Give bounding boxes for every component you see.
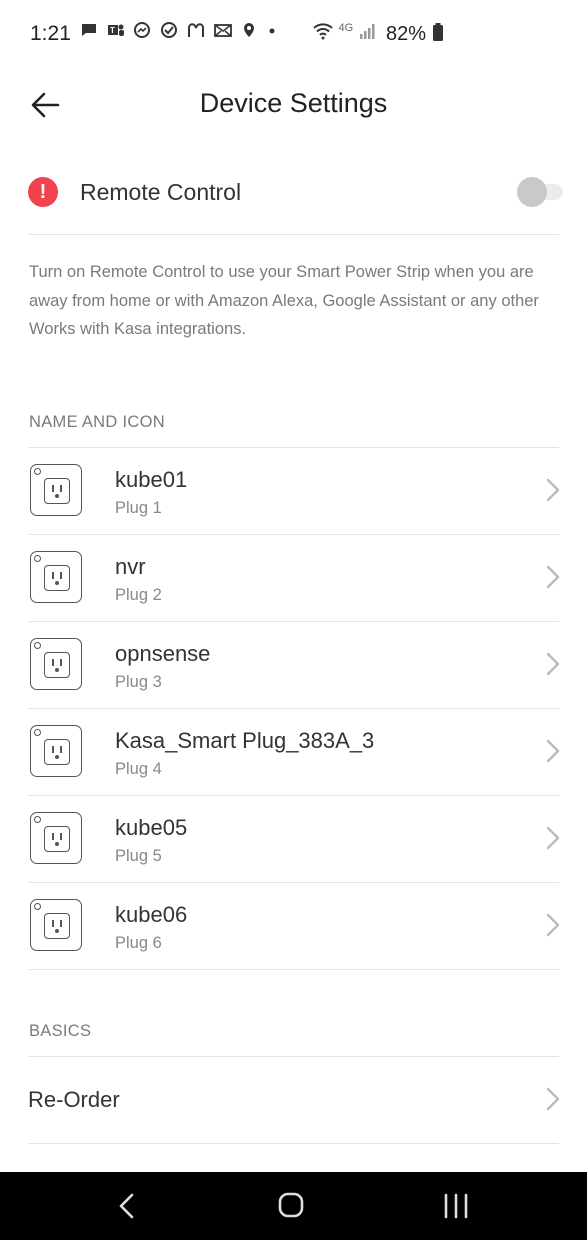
dot-icon xyxy=(269,28,275,34)
remote-control-row: ! Remote Control xyxy=(28,155,563,235)
plug-number: Plug 4 xyxy=(115,760,162,778)
network-type: 4G xyxy=(338,22,354,34)
alert-icon: ! xyxy=(28,177,58,207)
plug-indicator-dot xyxy=(34,555,41,562)
plug-row[interactable]: nvr Plug 2 xyxy=(28,535,560,622)
check-circle-icon xyxy=(161,22,178,38)
messenger-icon xyxy=(134,22,151,38)
section-title-name-and-icon: NAME AND ICON xyxy=(29,413,165,431)
battery-icon xyxy=(432,23,443,41)
plug-number: Plug 1 xyxy=(115,499,162,517)
wifi-icon xyxy=(313,23,333,40)
plug-number: Plug 3 xyxy=(115,673,162,691)
plug-indicator-dot xyxy=(34,816,41,823)
plug-icon xyxy=(30,638,82,690)
plug-icon xyxy=(30,812,82,864)
app-header: Device Settings xyxy=(0,70,587,140)
location-icon xyxy=(244,23,255,37)
nav-home-button[interactable] xyxy=(271,1190,311,1222)
system-nav-bar xyxy=(0,1172,587,1240)
plug-icon xyxy=(30,899,82,951)
plug-name: kube05 xyxy=(115,815,188,840)
plug-indicator-dot xyxy=(34,642,41,649)
outlet-socket-icon xyxy=(44,478,70,504)
back-arrow-icon xyxy=(31,92,60,118)
toggle-knob xyxy=(517,177,547,207)
status-bar: 1:21 T 4G 82% xyxy=(0,0,587,70)
plug-name: kube06 xyxy=(115,902,188,927)
plug-number: Plug 6 xyxy=(115,934,162,952)
teams-icon: T xyxy=(107,24,124,36)
plug-indicator-dot xyxy=(34,729,41,736)
basics-list: Re-Order xyxy=(28,1056,560,1144)
plug-name: opnsense xyxy=(115,641,211,666)
nav-back-icon xyxy=(119,1193,134,1219)
plug-row[interactable]: Kasa_Smart Plug_383A_3 Plug 4 xyxy=(28,709,560,796)
chevron-right-icon xyxy=(546,565,560,589)
outlet-socket-icon xyxy=(44,826,70,852)
battery-percent: 82% xyxy=(386,23,427,45)
reorder-label: Re-Order xyxy=(28,1087,120,1112)
plug-indicator-dot xyxy=(34,903,41,910)
remote-control-label: Remote Control xyxy=(80,179,242,205)
plug-number: Plug 2 xyxy=(115,586,162,604)
plug-name: kube01 xyxy=(115,467,188,492)
plug-row[interactable]: kube05 Plug 5 xyxy=(28,796,560,883)
outlet-socket-icon xyxy=(44,565,70,591)
plug-row[interactable]: opnsense Plug 3 xyxy=(28,622,560,709)
mail-icon xyxy=(213,24,232,37)
plug-row[interactable]: kube06 Plug 6 xyxy=(28,883,560,970)
remote-control-description: Turn on Remote Control to use your Smart… xyxy=(29,263,539,338)
outlet-socket-icon xyxy=(44,913,70,939)
plug-icon xyxy=(30,464,82,516)
message-icon xyxy=(82,24,96,36)
outlet-socket-icon xyxy=(44,739,70,765)
outlet-socket-icon xyxy=(44,652,70,678)
plug-list: kube01 Plug 1 nvr Plug 2 opnsense Plug 3 Kasa_… xyxy=(28,447,560,970)
plug-icon xyxy=(30,551,82,603)
page-title: Device Settings xyxy=(199,88,388,118)
plug-number: Plug 5 xyxy=(115,847,162,865)
plug-row[interactable]: kube01 Plug 1 xyxy=(28,448,560,535)
section-title-basics: BASICS xyxy=(29,1022,92,1040)
status-time: 1:21 xyxy=(30,22,71,45)
plug-name: nvr xyxy=(115,554,146,579)
chevron-right-icon xyxy=(546,652,560,676)
connectivity-icons: 4G xyxy=(312,22,378,45)
chevron-right-icon xyxy=(546,1087,560,1111)
svg-text:T: T xyxy=(110,26,119,35)
chevron-right-icon xyxy=(546,826,560,850)
chevron-right-icon xyxy=(546,478,560,502)
mcdonalds-icon xyxy=(187,23,204,37)
signal-icon xyxy=(359,24,375,39)
nav-recents-button[interactable] xyxy=(436,1190,476,1222)
plug-name: Kasa_Smart Plug_383A_3 xyxy=(115,728,375,753)
reorder-row[interactable]: Re-Order xyxy=(28,1057,560,1144)
notification-icons: T xyxy=(80,22,277,43)
plug-icon xyxy=(30,725,82,777)
chevron-right-icon xyxy=(546,913,560,937)
back-button[interactable] xyxy=(26,88,66,122)
plug-indicator-dot xyxy=(34,468,41,475)
nav-recents-icon xyxy=(444,1193,468,1219)
remote-control-toggle[interactable] xyxy=(517,177,565,207)
nav-back-button[interactable] xyxy=(108,1190,148,1222)
nav-home-icon xyxy=(278,1192,304,1218)
chevron-right-icon xyxy=(546,739,560,763)
battery-status: 82% xyxy=(386,22,444,46)
